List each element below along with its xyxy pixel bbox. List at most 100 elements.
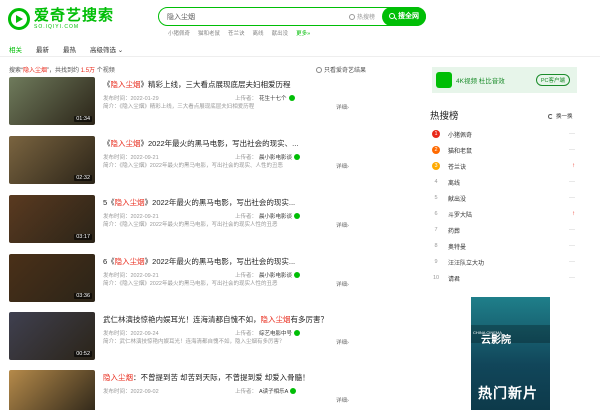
hot-item-name: 奥特曼 [448,244,467,251]
search-suggestions: 小猪佩奇 猫和老鼠 苍兰诀 离线 献出没 更多» [168,29,310,37]
result-info-query: 隐入尘烟 [23,68,48,74]
detail-link[interactable]: 详细› [336,280,349,288]
result-item[interactable]: 隐入尘烟：不曾提到苦 却苦到天际，不曾提到爱 却爱入骨髓！ 发布时间：2022-… [9,370,374,410]
video-thumbnail[interactable]: 02:32 [9,136,95,184]
hot-list-item[interactable]: 1 小猪佩奇 — [432,128,575,140]
result-item[interactable]: 03:17 5《隐入尘烟》2022年最火的黑马电影，写出社会的现实... 发布时… [9,195,374,245]
hot-list-item[interactable]: 6 斗罗大陆 ↑ [432,208,575,220]
uploader: 上传者： 晨小影电影谈 [235,271,301,279]
hot-search-label: 热搜榜 [357,15,376,21]
verified-icon [294,154,301,160]
video-duration: 01:34 [74,116,92,122]
suggestion-link[interactable]: 苍兰诀 [228,29,245,37]
result-item[interactable]: 03:36 6《隐入尘烟》2022年最火的黑马电影，写出社会的现实... 发布时… [9,254,374,304]
suggestion-link[interactable]: 离线 [253,29,264,37]
search-input[interactable] [167,9,337,24]
video-thumbnail[interactable]: 01:34 [9,77,95,125]
divider [0,56,600,57]
rank-badge: 8 [434,243,438,249]
uploader-label: 上传者： [235,273,258,279]
trend-icon: ↑ [572,163,575,169]
video-intro: 简介：《隐入尘烟》精彩上线，三大看点展现底层夫妇相爱历程 [103,104,255,110]
rank-badge: 9 [434,259,438,265]
hot-item-name: 斗罗大陆 [448,212,473,219]
logo-subtitle: SO.IQIYI.COM [34,24,80,30]
video-thumbnail[interactable]: 03:36 [9,254,95,302]
video-duration: 00:52 [74,351,92,357]
hot-list-item[interactable]: 7 药葬 — [432,224,575,236]
hot-list-item[interactable]: 5 献出没 — [432,192,575,204]
video-title-link[interactable]: 6《隐入尘烟》2022年最火的黑马电影，写出社会的现实... [103,256,295,267]
title-text: ：不曾提到苦 却苦到天际，不曾提到爱 却爱入骨髓！ [133,373,310,382]
logo-icon [8,8,30,30]
rank-badge: 4 [434,179,438,185]
uploader: 上传者： 晨小影电影谈 [235,153,301,161]
result-item[interactable]: 02:32 《隐入尘烟》2022年最火的黑马电影，写出社会的现实、... 发布时… [9,136,374,186]
result-item[interactable]: 01:34 《隐入尘烟》精彩上线，三大看点展现底层夫妇相爱历程 发布时间：202… [9,77,374,127]
uploader: 上传者： A读子相乐A [235,387,297,395]
video-thumbnail[interactable]: 00:52 [9,312,95,360]
trend-icon: — [569,179,575,185]
uploader-link[interactable]: 晨小影电影谈 [259,271,292,279]
video-title-link[interactable]: 隐入尘烟：不曾提到苦 却苦到天际，不曾提到爱 却爱入骨髓！ [103,372,310,383]
search-icon [389,13,395,19]
hot-list-item[interactable]: 3 苍兰诀 ↑ [432,160,575,172]
video-title-link[interactable]: 《隐入尘烟》精彩上线，三大看点展现底层夫妇相爱历程 [103,79,291,90]
uploader-label: 上传者： [235,331,258,337]
hot-list-item[interactable]: 9 汪汪队立大功 — [432,256,575,268]
hot-list-item[interactable]: 10 请君 — [432,272,575,284]
video-title-link[interactable]: 武仁林演技惊艳内娱耳光！连海清都自愧不如，隐入尘烟有多厉害？ [103,314,328,325]
video-intro: 简介：武仁林演技惊艳内娱耳光！连海清都自愧不如，隐入尘烟有多厉害？ [103,339,285,345]
title-highlight: 隐入尘烟 [114,198,145,207]
uploader-link[interactable]: 花生十七个 [259,94,287,102]
logo[interactable]: 爱奇艺搜索 SO.IQIYI.COM [8,5,114,33]
video-thumbnail[interactable] [9,370,95,410]
suggestion-link[interactable]: 小猪佩奇 [168,29,190,37]
hot-search-link[interactable]: 热搜榜 [349,12,375,21]
trend-icon: — [569,227,575,233]
search-button[interactable]: 搜全网 [382,6,426,26]
rank-badge: 5 [434,195,438,201]
suggestion-more-link[interactable]: 更多» [296,29,310,37]
title-text: 》2022年最火的黑马电影，写出社会的现实... [144,257,296,266]
uploader-link[interactable]: A读子相乐A [259,387,288,395]
verified-icon [294,213,301,219]
pc-client-button[interactable]: PC客户端 [535,74,570,86]
result-item[interactable]: 00:52 武仁林演技惊艳内娱耳光！连海清都自愧不如，隐入尘烟有多厉害？ 发布时… [9,312,374,362]
video-thumbnail[interactable]: 03:17 [9,195,95,243]
uploader-label: 上传者： [235,389,258,395]
only-iqiyi-toggle[interactable]: 只看爱奇艺结果 [316,65,366,74]
result-info-middle: ”，共找到约 [47,68,80,74]
detail-link[interactable]: 详细› [336,338,349,346]
detail-link[interactable]: 详细› [336,162,349,170]
ad-banner[interactable]: CHINA CINEMA 云影院 热门新片 [471,297,550,410]
rank-badge: 10 [432,275,440,281]
title-text: 》精彩上线，三大看点展现底层夫妇相爱历程 [140,80,291,89]
video-title-link[interactable]: 5《隐入尘烟》2022年最火的黑马电影，写出社会的现实... [103,197,295,208]
ad-slogan: 热门新片 [478,385,538,401]
hot-search-icon [349,13,355,20]
trend-icon: ↑ [572,211,575,217]
uploader: 上传者： 综艺电影中号 [235,329,301,337]
suggestion-link[interactable]: 猫和老鼠 [198,29,220,37]
uploader-link[interactable]: 晨小影电影谈 [259,212,292,220]
client-banner[interactable]: 4K视频 杜比音效 PC客户端 [432,67,577,93]
hot-list-item[interactable]: 2 猫和老鼠 — [432,144,575,156]
hot-list-item[interactable]: 4 离线 — [432,176,575,188]
detail-link[interactable]: 详细› [336,103,349,111]
suggestion-link[interactable]: 献出没 [272,29,289,37]
video-title-link[interactable]: 《隐入尘烟》2022年最火的黑马电影，写出社会的现实、... [103,138,298,149]
banner-text: 4K视频 杜比音效 [456,78,505,85]
result-info-suffix: 个视频 [96,68,115,74]
uploader-link[interactable]: 综艺电影中号 [259,329,292,337]
hot-list-item[interactable]: 8 奥特曼 — [432,240,575,252]
uploader: 上传者： 花生十七个 [235,94,295,102]
hot-item-name: 请君 [448,276,461,283]
hot-item-name: 苍兰诀 [448,164,467,171]
detail-link[interactable]: 详细› [336,221,349,229]
title-text: 》2022年最火的黑马电影，写出社会的现实、... [140,139,299,148]
hot-item-name: 猫和老鼠 [448,148,473,155]
detail-link[interactable]: 详细› [336,396,349,404]
uploader-link[interactable]: 晨小影电影谈 [259,153,292,161]
refresh-button[interactable]: 换一换 [548,112,573,120]
